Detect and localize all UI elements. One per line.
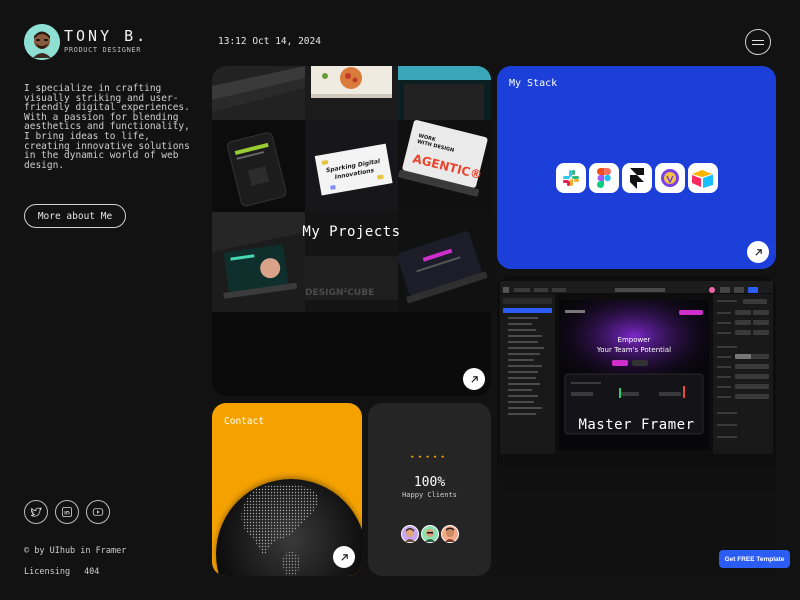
master-framer-title: Master Framer xyxy=(578,417,695,433)
stack-card[interactable]: My Stack xyxy=(497,66,776,269)
framer-icon xyxy=(622,163,652,193)
contact-title: Contact xyxy=(224,416,265,427)
slack-icon xyxy=(556,163,586,193)
avatar xyxy=(401,525,419,543)
more-about-me-button[interactable]: More about Me xyxy=(24,204,126,228)
client-avatars xyxy=(401,525,459,543)
project-thumb-phone xyxy=(212,120,305,212)
profile-bio: I specialize in crafting visually striki… xyxy=(24,83,190,171)
youtube-icon[interactable] xyxy=(86,500,110,524)
footer-link-404[interactable]: 404 xyxy=(84,567,99,577)
profile-role: PRODUCT DESIGNER xyxy=(64,46,142,54)
stack-title: My Stack xyxy=(509,78,558,89)
stack-arrow-icon[interactable] xyxy=(747,241,769,263)
twitter-icon[interactable] xyxy=(24,500,48,524)
happy-clients-label: Happy Clients xyxy=(402,491,457,499)
clients-card: ★★★★★ 100% Happy Clients xyxy=(368,403,491,576)
framer-hero-big: Your Team's Potential xyxy=(596,346,671,354)
projects-arrow-icon[interactable] xyxy=(463,368,485,390)
linkedin-icon[interactable] xyxy=(55,500,79,524)
contact-card[interactable]: Contact xyxy=(212,403,362,576)
social-links xyxy=(24,500,110,524)
projects-card[interactable]: Sparking Digital Innovations WORK WITH DES… xyxy=(212,66,491,396)
framer-hero-small: Empower xyxy=(618,336,651,344)
master-framer-card[interactable]: Empower Your Team's Potential Master Fra… xyxy=(497,276,776,576)
project-thumb-laptop xyxy=(212,66,305,120)
footer-link-licensing[interactable]: Licensing xyxy=(24,567,70,577)
framer-toolbar xyxy=(500,281,773,293)
airtable-icon xyxy=(688,163,718,193)
project-thumb-teal xyxy=(398,66,491,120)
hamburger-menu-icon[interactable] xyxy=(745,29,771,55)
rating-stars: ★★★★★ xyxy=(410,453,449,460)
project-thumbnails: Sparking Digital Innovations WORK WITH DES… xyxy=(212,66,491,334)
svg-text:DESIGN²CUBE: DESIGN²CUBE xyxy=(305,288,374,298)
stack-tool-icons xyxy=(556,163,718,193)
profile-name: TONY B. xyxy=(64,27,149,45)
projects-title: My Projects xyxy=(302,224,401,240)
project-thumb-agentic: WORK WITH DESIGN AGENTIC® xyxy=(398,120,491,212)
footer-credit: © by UIhub in Framer xyxy=(24,546,127,556)
happy-clients-percent: 100% xyxy=(413,475,446,490)
avatar xyxy=(441,525,459,543)
current-datetime: 13:12 Oct 14, 2024 xyxy=(218,36,321,47)
contact-arrow-icon[interactable] xyxy=(333,546,355,568)
project-thumb-sparking: Sparking Digital Innovations xyxy=(305,120,398,212)
notion-icon xyxy=(655,163,685,193)
profile-avatar xyxy=(24,24,60,60)
get-free-template-button[interactable]: Get FREE Template xyxy=(719,550,790,568)
project-thumb-food xyxy=(305,66,398,120)
figma-icon xyxy=(589,163,619,193)
avatar xyxy=(421,525,439,543)
footer-links: Licensing 404 xyxy=(24,567,99,577)
